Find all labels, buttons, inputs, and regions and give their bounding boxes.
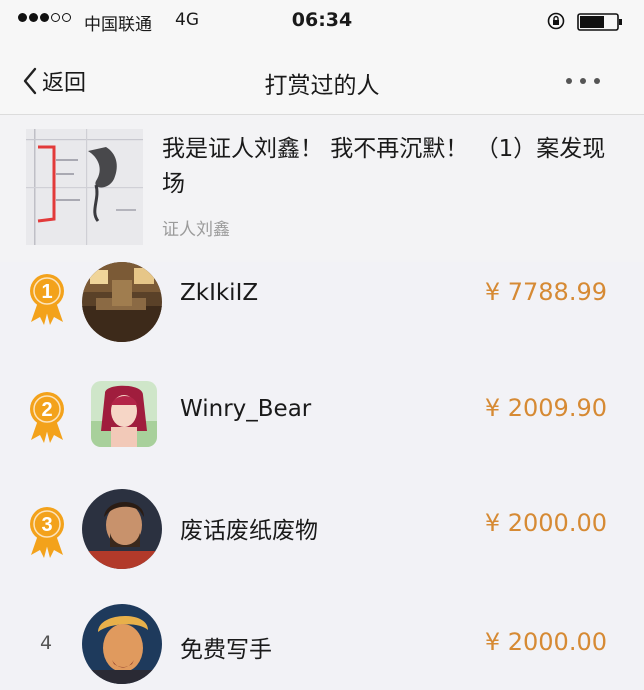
page-title: 打赏过的人 [264,73,380,99]
tipper-row[interactable]: 2 Winry_Bear ¥ 2009.90 [0,372,644,452]
tipper-name: ZkIkiIZ [180,280,259,306]
svg-text:2: 2 [41,399,52,421]
article-title: 我是证人刘鑫！ 我不再沉默！ （1）案发现场 [162,136,606,197]
tipper-row[interactable]: 3 废话废纸废物 ¥ 2000.00 [0,487,644,569]
avatar [82,489,162,569]
tip-amount: ¥ 2000.00 [484,628,607,656]
avatar [82,604,162,684]
tip-amount: ¥ 7788.99 [484,278,607,306]
rotation-lock-icon [547,12,565,30]
more-dots-icon[interactable] [566,78,608,84]
tipper-row[interactable]: 4 免费写手 ¥ 2000.00 [0,604,644,684]
status-bar: 中国联通 4G 06:34 [0,0,644,48]
tip-amount: ¥ 2000.00 [484,509,607,537]
bronze-medal-icon: 3 [30,507,64,558]
silver-medal-icon: 2 [30,392,64,443]
svg-text:3: 3 [41,514,52,536]
tipper-name: 废话废纸废物 [180,518,318,544]
rank-number: 4 [40,632,53,654]
battery-icon [577,13,622,31]
gold-medal-icon: 1 [30,274,64,325]
tip-amount: ¥ 2009.90 [484,394,607,422]
tipper-row[interactable]: 1 ZkIkiIZ ¥ 7788.99 [0,262,644,342]
tipper-name: Winry_Bear [180,396,312,422]
svg-text:1: 1 [41,281,52,303]
article-card[interactable]: 我是证人刘鑫！ 我不再沉默！ （1）案发现场 证人刘鑫 [0,115,644,263]
avatar [91,381,157,447]
article-author: 证人刘鑫 [162,220,230,240]
avatar [82,262,162,342]
tipper-list: 1 ZkIkiIZ ¥ 7788.99 2 Winry_Bear ¥ 2009.… [0,262,644,690]
nav-bar: 返回 打赏过的人 [0,48,644,115]
article-thumbnail [26,129,143,245]
tipper-name: 免费写手 [180,637,272,663]
